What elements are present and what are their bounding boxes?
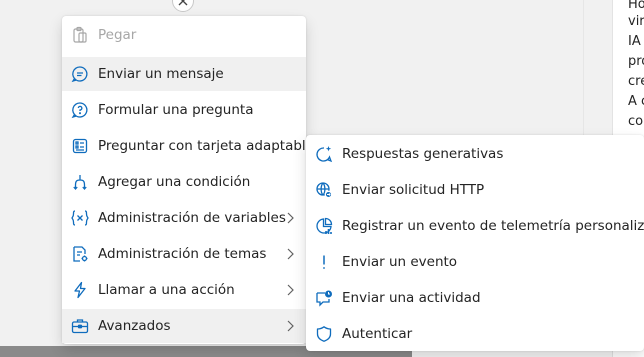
submenu-item-label: Registrar un evento de telemetría person… (342, 218, 644, 234)
menu-item-ask-question[interactable]: Formular una pregunta (62, 93, 306, 127)
submenu-item-label: Respuestas generativas (342, 146, 504, 162)
submenu-item-send-activity[interactable]: Enviar una actividad (306, 281, 644, 315)
submenu-item-send-event[interactable]: Enviar un evento (306, 245, 644, 279)
paste-icon (73, 26, 87, 43)
topic-settings-icon (73, 246, 88, 262)
right-panel-line: A c (628, 94, 644, 109)
menu-item-label: Administración de variables (98, 210, 286, 226)
right-panel-line: vir (628, 14, 644, 29)
submenu-item-generative-answers[interactable]: Respuestas generativas (306, 137, 644, 171)
menu-item-label: Llamar a una acción (98, 282, 235, 298)
close-icon (178, 0, 188, 6)
question-bubble-icon (71, 102, 88, 119)
right-panel-line: pro (628, 54, 644, 69)
globe-send-icon (316, 182, 333, 199)
menu-item-label: Agregar una condición (98, 174, 251, 190)
menu-item-label: Formular una pregunta (98, 102, 254, 118)
adaptive-card-icon (72, 138, 88, 154)
menu-item-topic-management[interactable]: Administración de temas (62, 237, 306, 271)
telemetry-chart-icon (316, 217, 333, 234)
lightning-icon (74, 281, 86, 299)
right-panel-line: cre (628, 74, 644, 89)
menu-item-label: Avanzados (98, 318, 171, 334)
message-icon (71, 66, 88, 83)
right-panel-line: IA (628, 34, 641, 49)
variable-icon (71, 210, 89, 226)
submenu-item-label: Enviar un evento (342, 254, 458, 270)
chevron-right-icon (287, 284, 294, 296)
shield-icon (316, 326, 332, 342)
menu-item-send-message[interactable]: Enviar un mensaje (62, 57, 306, 91)
toolbox-icon (71, 319, 89, 334)
menu-item-adaptive-card[interactable]: Preguntar con tarjeta adaptable (62, 129, 314, 163)
close-node-button[interactable] (172, 0, 194, 12)
menu-item-call-action[interactable]: Llamar a una acción (62, 273, 306, 307)
submenu-item-label: Enviar solicitud HTTP (342, 182, 485, 198)
advanced-submenu: Respuestas generativas Enviar solicitud … (306, 135, 644, 351)
chevron-right-icon (287, 212, 294, 224)
menu-item-label: Enviar un mensaje (98, 66, 224, 82)
menu-item-label: Preguntar con tarjeta adaptable (98, 138, 314, 154)
add-node-menu: Pegar Enviar un mensaje Formular una pre… (62, 16, 314, 344)
canvas-divider (583, 0, 584, 150)
submenu-item-send-http-request[interactable]: Enviar solicitud HTTP (306, 173, 644, 207)
branch-icon (73, 175, 87, 191)
submenu-item-label: Enviar una actividad (342, 290, 481, 306)
menu-item-add-condition[interactable]: Agregar una condición (62, 165, 306, 199)
menu-item-variable-management[interactable]: Administración de variables (62, 201, 306, 235)
menu-item-paste[interactable]: Pegar (62, 18, 306, 52)
submenu-item-label: Autenticar (342, 326, 413, 342)
activity-chat-icon (316, 290, 332, 307)
right-panel-line: Ho (628, 0, 644, 12)
menu-item-label: Pegar (98, 27, 137, 43)
submenu-item-log-telemetry[interactable]: Registrar un evento de telemetría person… (306, 209, 644, 243)
chevron-right-icon (287, 248, 294, 260)
exclamation-icon (323, 255, 325, 269)
menu-item-advanced[interactable]: Avanzados (62, 309, 306, 343)
submenu-item-authenticate[interactable]: Autenticar (306, 317, 644, 351)
sparkle-chat-icon (316, 146, 333, 163)
right-panel-line: co (628, 114, 644, 129)
chevron-right-icon (287, 320, 294, 332)
menu-item-label: Administración de temas (98, 246, 267, 262)
